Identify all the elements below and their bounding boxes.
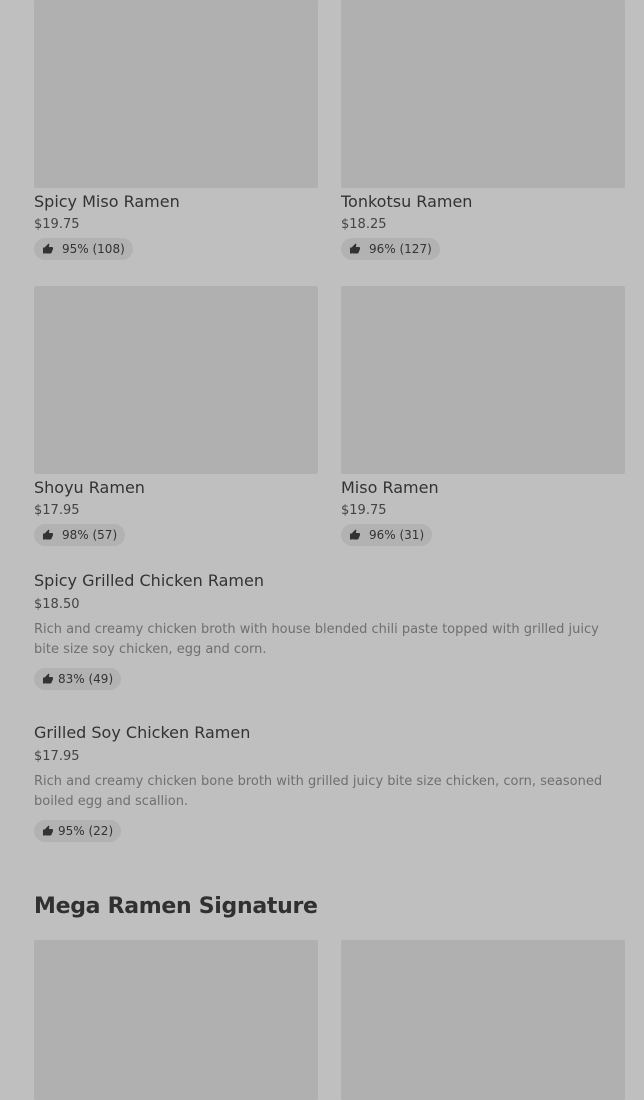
- item-image-placeholder: [34, 286, 318, 474]
- item-description: Rich and creamy chicken broth with house…: [34, 622, 599, 657]
- rating-badge: 95% (22): [34, 820, 122, 842]
- rating-text: 96% (127): [369, 242, 432, 256]
- rating-text: 95% (108): [62, 242, 125, 256]
- item-title: Spicy Grilled Chicken Ramen: [34, 571, 264, 590]
- thumbs-up-icon: [350, 529, 360, 540]
- item-price: $18.25: [341, 217, 387, 232]
- rating-badge: 98% (57): [34, 524, 126, 546]
- thumbs-up-icon: [43, 243, 53, 254]
- rating-text: 83% (49): [58, 672, 114, 686]
- rating-badge: 96% (127): [341, 238, 440, 260]
- thumbs-up-icon: [350, 243, 360, 254]
- menu-item-card[interactable]: Tonkotsu Ramen $18.25 96% (127): [341, 0, 625, 260]
- menu-item-card[interactable]: Spicy Miso Ramen $19.75 95% (108): [34, 0, 318, 260]
- thumbs-up-icon: [43, 529, 53, 540]
- item-title: Spicy Miso Ramen: [34, 192, 180, 211]
- item-title: Tonkotsu Ramen: [341, 192, 473, 211]
- menu-list-item[interactable]: Grilled Soy Chicken Ramen $17.95 Rich an…: [34, 724, 624, 842]
- item-price: $19.75: [34, 217, 80, 232]
- thumbs-up-icon: [43, 825, 53, 836]
- item-image-placeholder[interactable]: [34, 940, 318, 1100]
- item-image-placeholder: [34, 0, 318, 188]
- menu-item-card[interactable]: Shoyu Ramen $17.95 98% (57): [34, 286, 318, 546]
- thumbs-up-icon: [43, 673, 53, 684]
- rating-badge: 96% (31): [341, 524, 433, 546]
- rating-text: 96% (31): [369, 528, 425, 542]
- rating-badge: 83% (49): [34, 668, 122, 690]
- rating-badge: 95% (108): [34, 238, 133, 260]
- item-price: $17.95: [34, 749, 80, 764]
- item-title: Miso Ramen: [341, 478, 439, 497]
- menu-list-item[interactable]: Spicy Grilled Chicken Ramen $18.50 Rich …: [34, 572, 624, 690]
- rating-text: 95% (22): [58, 824, 114, 838]
- item-title: Shoyu Ramen: [34, 478, 145, 497]
- item-image-placeholder: [341, 0, 625, 188]
- item-title: Grilled Soy Chicken Ramen: [34, 723, 251, 742]
- rating-text: 98% (57): [62, 528, 118, 542]
- item-price: $18.50: [34, 597, 80, 612]
- item-image-placeholder[interactable]: [341, 940, 625, 1100]
- menu-item-card[interactable]: Miso Ramen $19.75 96% (31): [341, 286, 625, 546]
- item-price: $19.75: [341, 503, 387, 518]
- section-title: Mega Ramen Signature: [34, 894, 318, 919]
- item-price: $17.95: [34, 503, 80, 518]
- item-image-placeholder: [341, 286, 625, 474]
- item-description: Rich and creamy chicken bone broth with …: [34, 774, 603, 809]
